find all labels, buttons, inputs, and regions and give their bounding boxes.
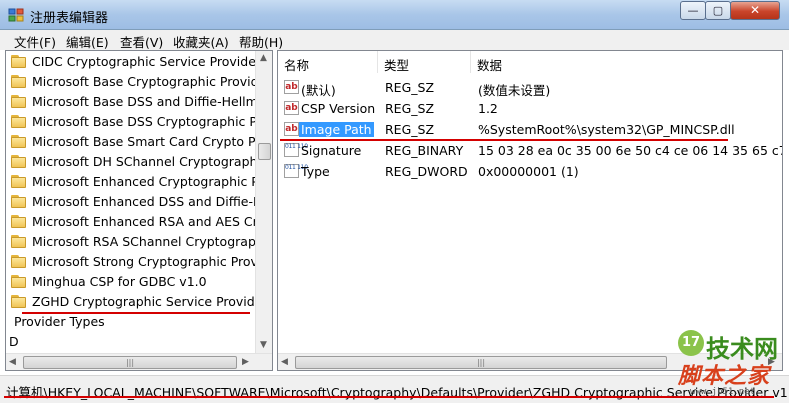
tree-scroll-thumb[interactable] — [258, 143, 271, 160]
folder-icon — [11, 75, 26, 88]
folder-icon — [11, 115, 26, 128]
menu-edit[interactable]: 编辑(E) — [66, 32, 109, 51]
folder-icon — [11, 275, 26, 288]
folder-icon — [11, 235, 26, 248]
value-name: Image Path — [299, 122, 374, 137]
menu-view[interactable]: 查看(V) — [120, 32, 163, 51]
tree-hscroll-thumb[interactable]: ||| — [23, 356, 237, 369]
value-name: Type — [301, 164, 330, 179]
tree-item-label: Microsoft DH SChannel Cryptographi — [32, 154, 261, 169]
menu-help[interactable]: 帮助(H) — [239, 32, 283, 51]
value-data: (数值未设置) — [478, 83, 551, 98]
registry-value-row[interactable]: 011 110 Type REG_DWORD 0x00000001 (1) — [278, 161, 782, 182]
column-header-name[interactable]: 名称 — [278, 51, 378, 73]
highlight-underline — [4, 396, 774, 398]
menu-file[interactable]: 文件(F) — [14, 32, 56, 51]
registry-value-row-selected[interactable]: ab Image Path REG_SZ %SystemRoot%\system… — [278, 119, 782, 140]
menu-bar: 文件(F) 编辑(E) 查看(V) 收藏夹(A) 帮助(H) — [0, 30, 789, 50]
registry-value-row[interactable]: ab CSP Version REG_SZ 1.2 — [278, 98, 782, 119]
close-button[interactable]: ✕ — [730, 1, 780, 20]
status-bar: 计算机\HKEY_LOCAL_MACHINE\SOFTWARE\Microsof… — [0, 375, 789, 403]
tree-horizontal-scrollbar[interactable]: ◀ ||| ▶ — [6, 353, 272, 370]
value-data: 1.2 — [478, 101, 498, 116]
tree-item-label: Provider Types — [14, 314, 105, 329]
value-data: 15 03 28 ea 0c 35 00 6e 50 c4 ce 06 14 3… — [478, 143, 783, 158]
folder-icon — [11, 215, 26, 228]
folder-icon — [11, 175, 26, 188]
window-title: 注册表编辑器 — [30, 11, 109, 26]
value-type: REG_DWORD — [385, 164, 468, 179]
tree-item-label: Microsoft Base Cryptographic Provide — [32, 74, 267, 89]
scroll-left-icon[interactable]: ◀ — [9, 357, 16, 367]
maximize-button[interactable]: ▢ — [705, 1, 731, 20]
minimize-button[interactable]: — — [680, 1, 706, 20]
values-hscroll-thumb[interactable]: ||| — [295, 356, 667, 369]
tree-item-label: Microsoft Base DSS Cryptographic Pr — [32, 114, 262, 129]
registry-editor-icon — [8, 8, 24, 22]
tree-item-label: Microsoft RSA SChannel Cryptographi — [32, 234, 268, 249]
value-type: REG_BINARY — [385, 143, 464, 158]
tree-item-label: CIDC Cryptographic Service Provider v — [32, 54, 273, 69]
scroll-left-icon[interactable]: ◀ — [281, 357, 288, 367]
registry-value-row[interactable]: 011 110 Signature REG_BINARY 15 03 28 ea… — [278, 140, 783, 161]
value-type: REG_SZ — [385, 101, 435, 116]
column-header-data[interactable]: 数据 — [471, 51, 782, 73]
scroll-up-icon[interactable]: ▲ — [260, 53, 267, 63]
site-watermark: 17 技术网 脚本之家 www.jb51.net — [678, 330, 786, 400]
tree-item-label: Microsoft Base Smart Card Crypto Pro — [32, 134, 268, 149]
value-name: (默认) — [301, 83, 336, 98]
string-value-icon: ab — [284, 122, 299, 136]
value-data: %SystemRoot%\system32\GP_MINCSP.dll — [478, 122, 735, 137]
string-value-icon: ab — [284, 101, 299, 115]
column-header-type[interactable]: 类型 — [378, 51, 471, 73]
value-data: 0x00000001 (1) — [478, 164, 579, 179]
menu-favorites[interactable]: 收藏夹(A) — [173, 32, 229, 51]
binary-value-icon: 011 110 — [284, 143, 308, 157]
values-pane[interactable]: 名称 类型 数据 ab (默认) REG_SZ (数值未设置) ab CSP V… — [277, 50, 783, 371]
tree-item-label: D — [9, 334, 19, 349]
tree-vertical-scrollbar[interactable]: ▲ ▼ — [255, 51, 272, 353]
grip-icon: ||| — [125, 358, 135, 367]
title-bar: 注册表编辑器 — ▢ ✕ — [0, 0, 789, 30]
key-path: 计算机\HKEY_LOCAL_MACHINE\SOFTWARE\Microsof… — [6, 385, 789, 400]
tree-item-label: Minghua CSP for GDBC v1.0 — [32, 274, 207, 289]
folder-icon — [11, 195, 26, 208]
folder-icon — [11, 155, 26, 168]
key-tree-pane[interactable]: CIDC Cryptographic Service Provider v Mi… — [5, 50, 273, 371]
value-name: CSP Version — [301, 101, 376, 116]
value-type: REG_SZ — [385, 80, 435, 95]
watermark-line3: www.jb51.net — [690, 387, 756, 397]
tree-item-label: Microsoft Strong Cryptographic Provi — [32, 254, 262, 269]
grip-icon: ||| — [476, 358, 486, 367]
tree-item-label: Microsoft Base DSS and Diffie-Hellma — [32, 94, 266, 109]
folder-icon — [11, 95, 26, 108]
folder-icon — [11, 55, 26, 68]
registry-value-row[interactable]: ab (默认) REG_SZ (数值未设置) — [278, 77, 782, 98]
scroll-down-icon[interactable]: ▼ — [260, 340, 267, 350]
tree-item-label: Microsoft Enhanced RSA and AES Cry — [32, 214, 266, 229]
string-value-icon: ab — [284, 80, 299, 94]
value-name: Signature — [301, 143, 362, 158]
scroll-right-icon[interactable]: ▶ — [242, 357, 249, 367]
watermark-line2: 脚本之家 — [678, 363, 771, 389]
tree-item-label: Microsoft Enhanced Cryptographic Pr — [32, 174, 264, 189]
value-type: REG_SZ — [385, 122, 435, 137]
tree-item-label: ZGHD Cryptographic Service Provider — [32, 294, 268, 309]
folder-icon — [11, 135, 26, 148]
folder-icon — [11, 295, 26, 308]
watermark-badge: 17 — [678, 330, 704, 356]
tree-item-label: Microsoft Enhanced DSS and Diffie-He — [32, 194, 271, 209]
folder-icon — [11, 255, 26, 268]
binary-value-icon: 011 110 — [284, 164, 308, 178]
